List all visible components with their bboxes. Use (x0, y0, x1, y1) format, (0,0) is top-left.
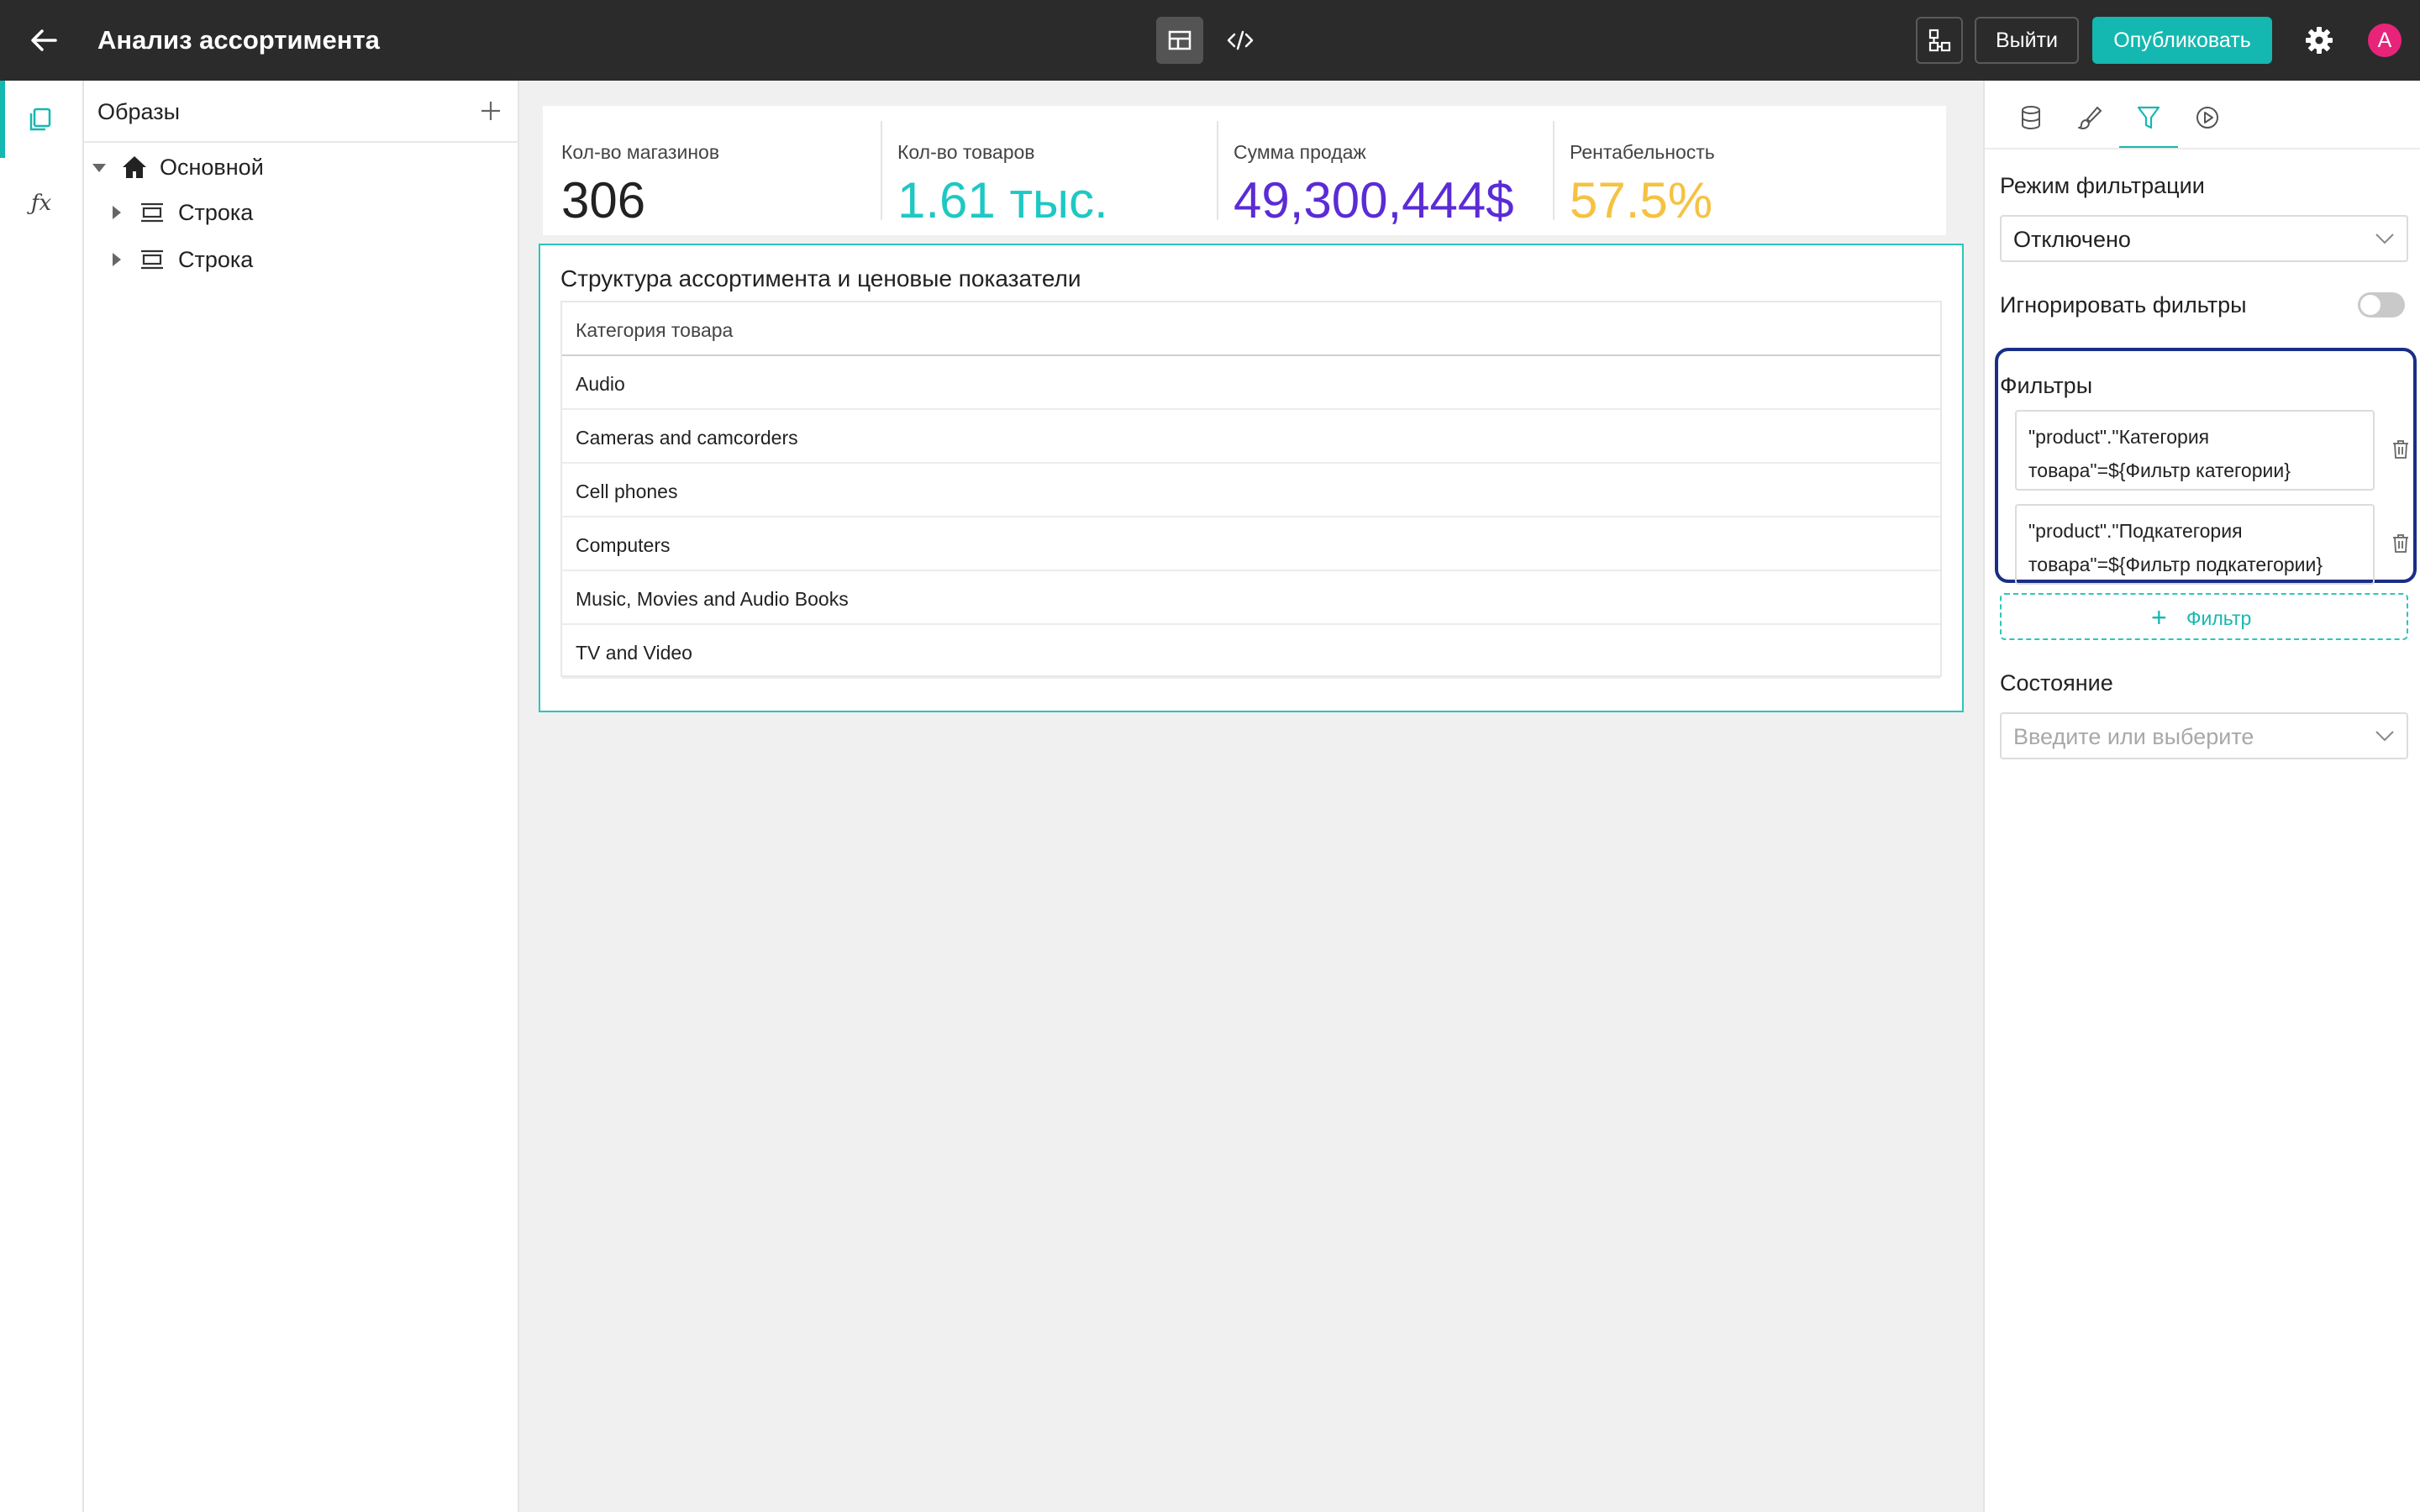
exit-button[interactable]: Выйти (1975, 17, 2079, 64)
tab-actions[interactable] (2178, 96, 2237, 144)
trash-icon (2393, 534, 2408, 553)
kpi-label: Кол-во товаров (897, 141, 1035, 163)
chevron-down-icon (2375, 234, 2394, 244)
tree-item-row[interactable]: Строка (84, 237, 518, 282)
properties-panel: Режим фильтрации Отключено Игнорировать … (1983, 81, 2420, 1512)
ignore-filters-label: Игнорировать фильтры (2000, 292, 2247, 318)
brush-icon (2078, 107, 2102, 129)
play-circle-icon (2196, 107, 2218, 129)
table-row[interactable]: Computers (562, 517, 1940, 571)
add-page-button[interactable] (476, 96, 506, 126)
column-header-category: Категория товара (576, 319, 734, 341)
state-select[interactable]: Введите или выберите (2000, 712, 2408, 759)
table-row[interactable]: Music, Movies and Audio Books (562, 571, 1940, 625)
table-row[interactable]: Audio (562, 356, 1940, 410)
kpi-value: 57.5% (1570, 172, 1713, 228)
row-layout-icon (141, 249, 163, 270)
filter-expression-text: "product"."Подкатегория товара"=${Фильтр… (2028, 520, 2323, 575)
add-filter-label: Фильтр (2186, 607, 2252, 629)
settings-button[interactable] (2297, 18, 2341, 62)
home-icon (123, 156, 146, 178)
kpi-divider (881, 121, 882, 220)
filter-expression-input[interactable]: "product"."Подкатегория товара"=${Фильтр… (2015, 504, 2375, 585)
publish-button[interactable]: Опубликовать (2092, 17, 2272, 64)
delete-filter-button[interactable] (2388, 531, 2413, 556)
tabs-divider (1985, 148, 2420, 150)
user-avatar[interactable]: A (2368, 24, 2402, 57)
plus-icon: + (2151, 602, 2167, 633)
category-table: Категория товара Audio Cameras and camco… (560, 301, 1942, 679)
tab-style[interactable] (2060, 96, 2119, 144)
tree-title: Образы (97, 99, 180, 124)
trash-icon (2393, 440, 2408, 459)
tab-filters[interactable] (2119, 96, 2178, 150)
table-row[interactable]: TV and Video (562, 625, 1940, 679)
tree-header: Образы (84, 81, 518, 143)
filter-mode-select[interactable]: Отключено (2000, 215, 2408, 262)
table-row[interactable]: Cell phones (562, 464, 1940, 517)
kpi-label: Рентабельность (1570, 141, 1715, 163)
formulas-icon[interactable]: ƒx (0, 183, 82, 223)
kpi-value: 1.61 тыс. (897, 172, 1108, 228)
caret-right-icon[interactable] (109, 204, 124, 221)
ignore-filters-toggle[interactable] (2358, 292, 2405, 318)
widget-title: Структура ассортимента и ценовые показат… (560, 265, 1081, 291)
tree-item-row[interactable]: Строка (84, 190, 518, 235)
state-placeholder: Введите или выберите (2013, 724, 2254, 749)
tree-item-label: Строка (178, 200, 254, 225)
add-filter-button[interactable]: + Фильтр (2000, 593, 2408, 640)
table-cell: Cameras and camcorders (576, 427, 798, 449)
chevron-down-icon (2375, 731, 2394, 742)
kpi-divider (1217, 121, 1218, 220)
table-cell: Computers (576, 534, 671, 556)
filter-expression-text: "product"."Категория товара"=${Фильтр ка… (2028, 426, 2291, 481)
delete-filter-button[interactable] (2388, 437, 2413, 462)
back-button[interactable] (24, 20, 64, 60)
kpi-value: 306 (561, 172, 646, 228)
assortment-table-widget[interactable]: Структура ассортимента и ценовые показат… (539, 244, 1964, 712)
tree-item-label: Основной (160, 155, 264, 180)
tab-data[interactable] (2002, 96, 2060, 144)
filter-expression-input[interactable]: "product"."Категория товара"=${Фильтр ка… (2015, 410, 2375, 491)
state-label: Состояние (2000, 670, 2113, 696)
code-mode-button[interactable] (1217, 17, 1264, 64)
toggle-knob (2360, 295, 2381, 315)
kpi-label: Сумма продаж (1234, 141, 1366, 163)
filter-mode-label: Режим фильтрации (2000, 173, 2205, 198)
table-header[interactable]: Категория товара (562, 302, 1940, 356)
row-layout-icon (141, 202, 163, 223)
kpi-label: Кол-во магазинов (561, 141, 720, 163)
table-cell: Music, Movies and Audio Books (576, 588, 849, 610)
left-rail: ƒx (0, 81, 84, 1512)
filters-label: Фильтры (2000, 373, 2093, 398)
caret-right-icon[interactable] (109, 251, 124, 268)
table-cell: Audio (576, 373, 625, 395)
filter-mode-value: Отключено (2013, 227, 2131, 252)
plus-icon (476, 102, 506, 129)
table-cell: Cell phones (576, 480, 678, 502)
filters-section: Фильтры "product"."Категория товара"=${Ф… (1995, 348, 2417, 585)
database-icon (2022, 106, 2040, 130)
dashboard-title: Анализ ассортимента (97, 25, 380, 55)
kpi-strip[interactable]: Кол-во магазинов 306 Кол-во товаров 1.61… (543, 106, 1946, 235)
tree-panel: Образы Основной Строка Строка (84, 81, 519, 1512)
tree-item-label: Строка (178, 247, 254, 272)
table-row[interactable]: Cameras and camcorders (562, 410, 1940, 464)
tree-item-root[interactable]: Основной (84, 144, 518, 190)
kpi-divider (1553, 121, 1555, 220)
caret-down-icon[interactable] (91, 160, 108, 176)
top-bar: Анализ ассортимента Выйти Опубликовать A (0, 0, 2420, 81)
rail-item-pages[interactable] (0, 81, 82, 158)
layout-mode-button[interactable] (1156, 17, 1203, 64)
filter-icon (2137, 106, 2160, 129)
structure-view-button[interactable] (1916, 17, 1963, 64)
kpi-value: 49,300,444$ (1234, 172, 1514, 228)
table-cell: TV and Video (576, 642, 692, 664)
